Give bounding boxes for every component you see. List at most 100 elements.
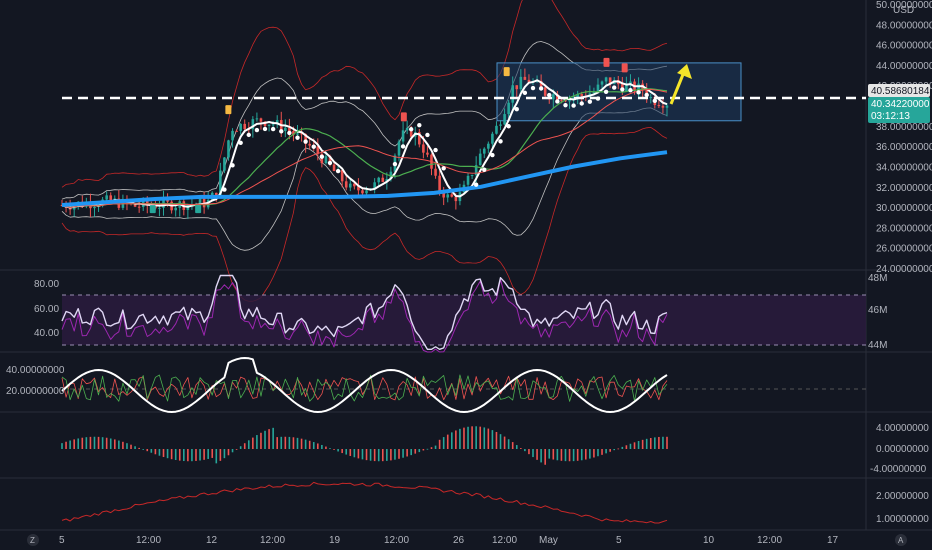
macd-bar (584, 449, 587, 460)
trend-dot (392, 161, 398, 167)
macd-bar (300, 438, 303, 449)
macd-bar (377, 449, 380, 462)
candle-body (405, 127, 409, 131)
trend-dot (579, 101, 584, 106)
candle-body (93, 206, 96, 209)
trend-dot (311, 144, 316, 149)
candle-body (137, 206, 141, 208)
macd-bar (601, 449, 603, 455)
trend-dot (270, 126, 276, 132)
macd-bar (345, 449, 348, 455)
candle-body (600, 81, 604, 85)
atr-tick-2: 2.00000000 (876, 491, 929, 502)
macd-bar (215, 449, 218, 464)
macd-bar (381, 449, 384, 462)
candle-body (552, 94, 555, 100)
macd-bar (142, 449, 145, 450)
candle-body (478, 153, 482, 166)
candle-body (649, 97, 653, 99)
trend-dot (490, 152, 495, 158)
macd-bar (93, 436, 96, 449)
trend-dot (547, 92, 552, 98)
macd-bar (101, 437, 104, 449)
macd-bar (394, 449, 396, 460)
macd-bar (398, 449, 400, 459)
trend-dot (514, 107, 519, 112)
trend-dot (506, 124, 511, 129)
candle-body (661, 105, 665, 108)
macd-bar (446, 434, 449, 449)
candle-body (381, 177, 385, 182)
macd-bar (191, 449, 193, 462)
candle-body (580, 94, 584, 96)
atr-line (61, 481, 668, 524)
currency-label: USD (893, 5, 914, 16)
candle-body (365, 190, 368, 194)
macd-bar (386, 449, 388, 461)
candle-body (223, 157, 226, 171)
macd-bar (649, 438, 652, 449)
trend-dot (482, 167, 487, 172)
macd-bar (219, 449, 222, 461)
candle-body (495, 125, 498, 134)
macd-tick-0: 0.00000000 (876, 444, 929, 455)
price-tick: 32.00000000 (876, 183, 932, 194)
trend-dot (587, 99, 593, 104)
candle-body (450, 194, 454, 197)
time-label: 10 (703, 535, 715, 546)
macd-bar (560, 449, 563, 461)
macd-bar (113, 439, 116, 449)
macd-bar (252, 437, 254, 449)
macd-bar (455, 430, 457, 449)
macd-bar (170, 449, 173, 460)
macd-bar (597, 449, 599, 457)
price-tick: 28.00000000 (876, 223, 932, 234)
macd-bar (207, 449, 209, 459)
macd-bar (312, 442, 315, 449)
macd-bar (109, 438, 112, 449)
sell-signal-marker (400, 112, 407, 122)
candle-body (507, 102, 510, 115)
buy-signal-marker (225, 105, 232, 115)
time-label: 12 (206, 535, 218, 546)
candle-body (344, 181, 348, 188)
low-signal-marker (149, 205, 156, 214)
macd-bar (118, 440, 120, 449)
macd-bar (130, 444, 132, 449)
candle-body (422, 144, 425, 153)
macd-bar (617, 448, 620, 450)
candle-body (198, 198, 202, 204)
macd-bar (199, 449, 201, 461)
trend-dot (571, 103, 576, 108)
svg-text:Z: Z (30, 536, 35, 545)
macd-bar (361, 449, 364, 460)
candle-body (105, 195, 108, 200)
corner-left-badge[interactable]: Z (27, 534, 39, 546)
macd-bar (438, 439, 441, 449)
inner-band-lower (61, 107, 668, 251)
price-tick: 34.00000000 (876, 162, 932, 173)
trend-dot (238, 140, 243, 145)
macd-bar (337, 449, 339, 452)
volume-tick-44m: 44M (868, 340, 887, 351)
macd-bar (239, 446, 242, 449)
macd-bar (422, 449, 425, 451)
macd-bar (203, 449, 205, 460)
atr-tick-1: 1.00000000 (876, 514, 929, 525)
trend-dot (644, 92, 649, 98)
macd-bar (654, 437, 656, 449)
macd-bar (491, 430, 494, 449)
macd-bar (434, 445, 437, 449)
candle-body (511, 85, 515, 103)
svg-text:A: A (898, 536, 904, 545)
trend-dot (335, 168, 341, 174)
macd-bar (459, 428, 461, 449)
corner-right-badge[interactable]: A (895, 534, 907, 546)
candle-body (348, 183, 352, 188)
candle-body (426, 152, 429, 155)
macd-bar (178, 449, 181, 461)
macd-bar (325, 446, 327, 449)
price-tick: 44.00000000 (876, 61, 932, 72)
candle-body (515, 85, 519, 90)
candle-body (438, 175, 441, 191)
